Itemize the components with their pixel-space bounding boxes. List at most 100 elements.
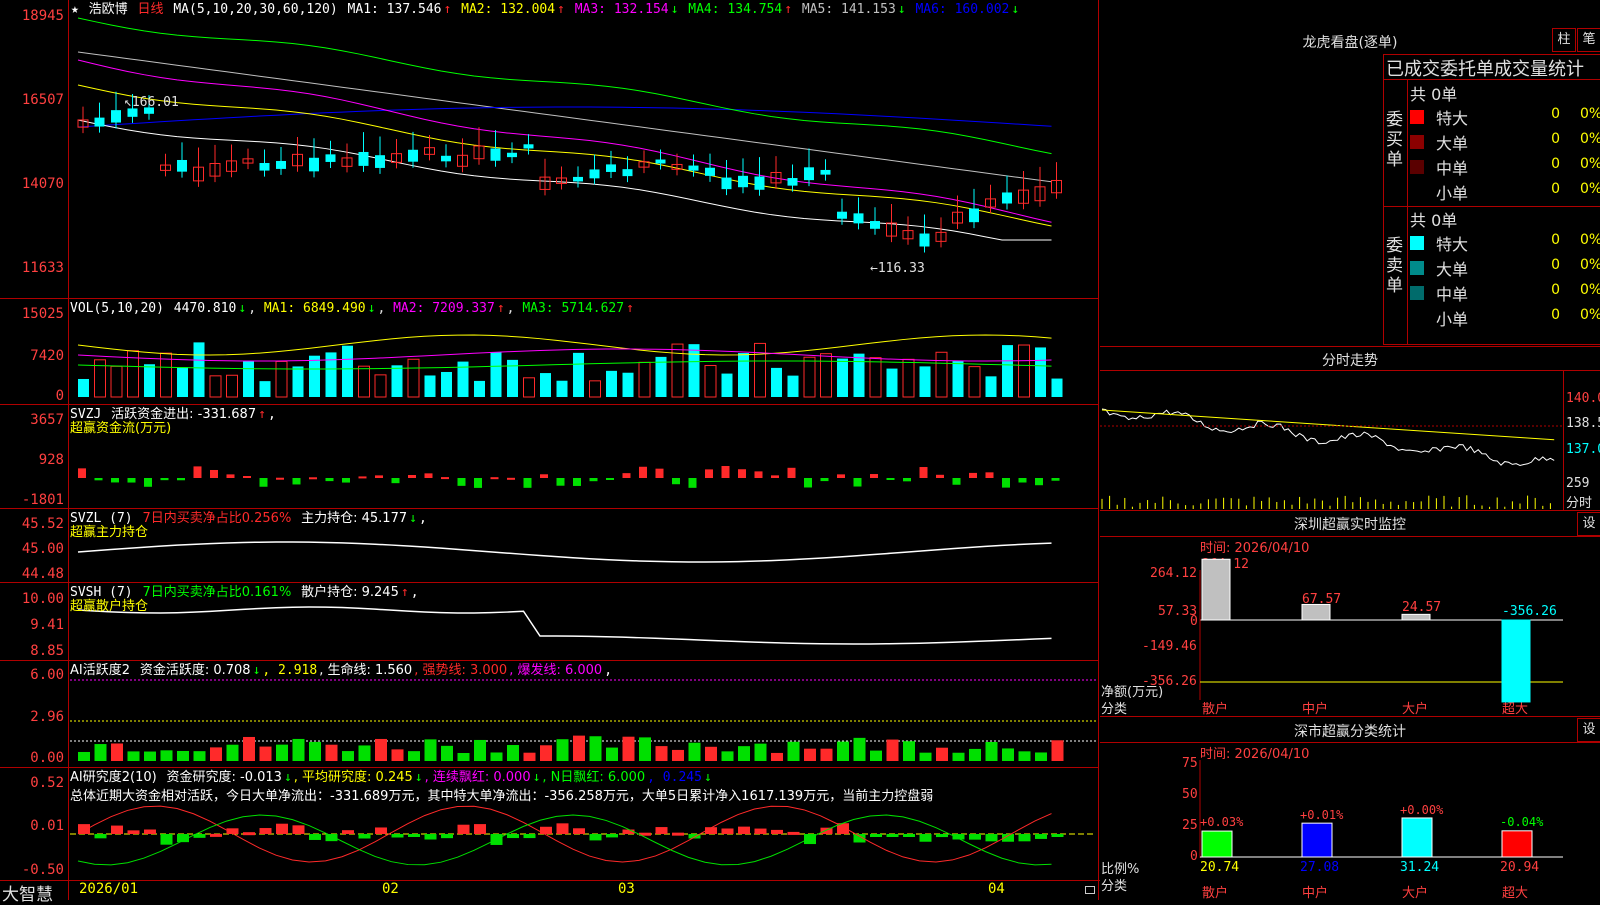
ma3-line xyxy=(77,59,1052,223)
lhb-title: 龙虎看盘(逐单) xyxy=(1302,35,1398,51)
svzl-subtitle: 超赢主力持仓 xyxy=(70,525,149,540)
buy-xlarge-swatch xyxy=(1410,110,1424,124)
svzl-ytick-1: 45.52 xyxy=(21,516,64,532)
bar-view-button[interactable]: 柱 xyxy=(1552,28,1576,52)
main-header: ★ 浩欧博 日线 MA(5,10,20,30,60,120) MA1: 137.… xyxy=(71,2,1021,17)
buy-row-small: 小单 0 0% xyxy=(1436,181,1600,203)
svzj-bar xyxy=(639,466,647,478)
candle-down xyxy=(606,164,616,172)
svzl-header: SVZL (7) 7日内买卖净占比0.256% 主力持仓: 45.177 ↓, xyxy=(70,511,429,526)
favorite-star-icon[interactable]: ★ xyxy=(71,2,79,17)
class-value-1: 20.74 xyxy=(1200,860,1240,875)
main-ytick-2: 16507 xyxy=(21,92,64,108)
svzj-bar xyxy=(771,475,779,478)
vol-bar-down xyxy=(441,371,452,397)
sell-medium-swatch xyxy=(1410,286,1424,300)
svzj-bar xyxy=(94,478,103,481)
svzj-bar xyxy=(177,478,185,481)
research-val5-arrow-icon: ↓ xyxy=(703,770,712,785)
research-bar xyxy=(210,833,222,837)
svzj-ytick-1: 3657 xyxy=(30,412,64,428)
ai2-bar xyxy=(771,752,783,761)
svzl-ytick-2: 45.00 xyxy=(21,541,64,557)
candle-down xyxy=(589,169,600,179)
class-bar-3 xyxy=(1401,817,1433,858)
monitor-cat-large: 大户 xyxy=(1402,702,1429,717)
svzj-value: 活跃资金进出: -331.687 xyxy=(111,407,257,422)
brand-logo[interactable]: 大智慧 xyxy=(2,880,53,905)
intraday-ytick-3: 137.0 xyxy=(1566,442,1600,457)
ai2-bar xyxy=(870,750,882,761)
research-bar xyxy=(276,823,288,834)
svzj-bar xyxy=(969,472,977,478)
svzl-sep: , xyxy=(418,511,427,526)
candle-down xyxy=(1002,192,1012,204)
vol-bar-up xyxy=(968,366,981,398)
svzj-bar xyxy=(870,474,878,478)
vol-bar-down xyxy=(985,376,997,397)
ai2-bar xyxy=(474,739,486,761)
vol-bar-down xyxy=(1035,347,1046,397)
ai2-bar xyxy=(94,744,107,761)
ai2-bar xyxy=(226,744,239,761)
svzj-bar xyxy=(342,478,350,483)
vol-bar-down xyxy=(556,380,568,397)
lock-icon[interactable] xyxy=(1085,886,1095,894)
candle-down xyxy=(490,148,501,161)
monitor-bar-label-2: 67.57 xyxy=(1302,592,1342,607)
ai2-bar xyxy=(309,741,321,761)
class-value-3: 31.24 xyxy=(1400,860,1440,875)
svzj-bar xyxy=(804,478,812,488)
vol-bar-down xyxy=(342,345,353,397)
research-bar xyxy=(1018,834,1031,842)
svzj-bar xyxy=(111,478,119,483)
monitor-ytick-4: -149.46 xyxy=(1142,639,1197,654)
vol-ytick-1: 15025 xyxy=(21,306,64,322)
class-delta-4: -0.04% xyxy=(1500,815,1544,829)
candle-down xyxy=(358,151,369,166)
research-bar xyxy=(886,834,899,837)
svzj-bar xyxy=(1051,478,1060,481)
research-bar xyxy=(342,830,354,834)
class-bar-4 xyxy=(1501,830,1533,858)
svsh-ytick-2: 9.41 xyxy=(30,617,64,633)
ai2-bar xyxy=(507,745,519,761)
svzj-ytick-2: 928 xyxy=(38,452,64,468)
period-label[interactable]: 日线 xyxy=(138,2,164,17)
candle-down xyxy=(969,208,979,223)
class-time: 时间: 2026/04/10 xyxy=(1200,747,1310,762)
svzj-bar xyxy=(160,478,169,481)
vol-bar-up xyxy=(407,358,420,398)
vol-ytick-2: 7420 xyxy=(30,348,64,364)
vol-bar-down xyxy=(919,366,931,397)
ai2-bar xyxy=(886,739,899,761)
ai2-bar xyxy=(391,749,404,761)
vol-bar-up xyxy=(820,353,832,398)
monitor-settings-button[interactable]: 设 xyxy=(1577,512,1600,536)
svzj-bar xyxy=(523,478,532,488)
ai2-bar xyxy=(1018,751,1031,761)
chart-area[interactable] xyxy=(0,0,1100,900)
high-label: ↖166.01 xyxy=(124,95,179,110)
svzl-value: 主力持仓: 45.177 xyxy=(301,511,408,526)
svzj-bar xyxy=(325,478,334,482)
class-settings-button[interactable]: 设 xyxy=(1577,718,1600,742)
sell-row-small: 小单 0 0% xyxy=(1436,307,1600,329)
chart-canvas[interactable] xyxy=(0,0,1100,900)
svzj-bar xyxy=(1002,478,1010,488)
candle-down xyxy=(919,233,930,247)
vol-bar-down xyxy=(78,378,89,397)
buy-row-xlarge: 特大 0 0% xyxy=(1410,104,1600,128)
buy-side-label: 委买单 xyxy=(1386,110,1403,170)
svzj-bar xyxy=(606,478,614,480)
ma6-value: MA6: 160.002 xyxy=(915,2,1010,17)
research-bar xyxy=(1035,834,1047,839)
tick-view-button[interactable]: 笔 xyxy=(1577,28,1600,52)
research-bar xyxy=(672,832,684,836)
candle-down xyxy=(837,211,847,219)
research-bar xyxy=(457,824,470,834)
ai2-bar xyxy=(144,751,156,761)
monitor-xlabel: 分类 xyxy=(1101,702,1128,717)
research-bar xyxy=(127,830,140,834)
vol-bar-down xyxy=(771,367,782,397)
